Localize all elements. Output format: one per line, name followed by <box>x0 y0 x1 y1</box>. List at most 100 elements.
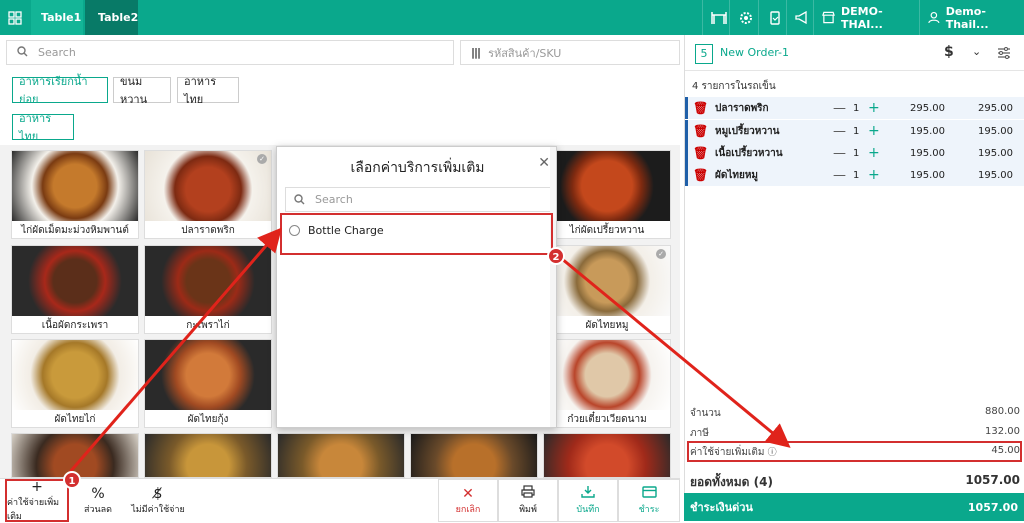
category-thai-2[interactable]: อาหารไทย <box>12 112 74 143</box>
button-label: ยกเลิก <box>455 504 481 515</box>
trash-icon[interactable]: 🗑 <box>693 101 708 115</box>
plus-icon[interactable]: + <box>868 145 880 161</box>
tab-table2[interactable]: Table2 <box>85 0 138 35</box>
product-search-input[interactable]: Search <box>6 40 454 65</box>
product-card[interactable]: ก๋วยเตี๋ยวเวียดนาม <box>543 339 671 428</box>
minus-icon[interactable]: — <box>833 101 846 116</box>
sku-input[interactable]: ||| รหัสสินค้า/SKU <box>460 40 680 65</box>
product-card[interactable] <box>543 433 671 478</box>
order-number[interactable]: 5 <box>695 44 713 64</box>
trash-icon[interactable]: 🗑 <box>693 124 708 138</box>
step-badge-2: 2 <box>547 247 565 265</box>
search-placeholder: Search <box>315 193 353 206</box>
order-item-row[interactable]: 🗑 ผัดไทยหมู — 1 + 195.00 195.00 <box>685 164 1024 186</box>
item-total: 195.00 <box>978 125 1013 137</box>
modal-title: เลือกค่าบริการเพิ่มเติม <box>350 160 485 176</box>
grand-total-row: ยอดทั้งหมด (4) 1057.00 <box>690 473 1020 492</box>
check-icon: ✓ <box>656 249 666 259</box>
download-icon <box>581 485 595 502</box>
product-name: ปลาราดพริก <box>181 225 235 236</box>
category-dessert[interactable]: ขนมหวาน <box>113 75 171 106</box>
pay-button[interactable]: ชำระ <box>618 479 680 522</box>
product-card[interactable]: ไก่ผัดเปรี้ยวหวาน <box>543 150 671 239</box>
category-appetizer[interactable]: อาหารเรียกน้ำย่อย <box>12 75 108 106</box>
product-card[interactable] <box>277 433 405 478</box>
store-selector[interactable]: DEMO-THAI... <box>813 0 917 35</box>
order-item-row[interactable]: 🗑 เนื้อเปรี้ยวหวาน — 1 + 195.00 195.00 <box>685 142 1024 164</box>
plus-icon[interactable]: + <box>868 100 880 116</box>
product-image <box>544 340 670 410</box>
search-icon <box>294 194 305 205</box>
tax-row: ภาษี 132.00 <box>690 426 1020 441</box>
button-label: ค่าใช้จ่ายเพิ่มเติม <box>7 497 60 522</box>
product-name: ผัดไทยไก่ <box>54 414 96 425</box>
category-label: ขนมหวาน <box>120 75 148 106</box>
gear-icon[interactable] <box>729 0 761 35</box>
tab-label: Table1 <box>41 11 82 24</box>
minus-icon[interactable]: — <box>833 168 846 183</box>
filter-icon[interactable] <box>997 47 1011 62</box>
product-image <box>12 340 138 410</box>
grand-total-value: 1057.00 <box>965 473 1020 487</box>
category-thai[interactable]: อาหารไทย <box>177 75 239 106</box>
product-card[interactable]: ผัดไทยไก่ <box>11 339 139 428</box>
cancel-button[interactable]: ✕ ยกเลิก <box>438 479 498 522</box>
product-image: ✓ <box>145 151 271 221</box>
product-card[interactable] <box>144 433 272 478</box>
item-name: หมูเปรี้ยวหวาน <box>715 125 780 137</box>
extra-charge-modal: เลือกค่าบริการเพิ่มเติม ✕ Search Bottle … <box>276 146 557 428</box>
product-image <box>12 151 138 221</box>
currency-button[interactable]: $ <box>944 44 954 60</box>
product-card[interactable] <box>410 433 538 478</box>
product-card[interactable]: ไก่ผัดเม็ดมะม่วงหิมพานต์ <box>11 150 139 239</box>
percent-icon: % <box>91 485 105 502</box>
tax-value: 132.00 <box>985 426 1020 437</box>
minus-icon[interactable]: — <box>833 124 846 139</box>
item-name: ปลาราดพริก <box>715 102 769 114</box>
chevron-down-icon[interactable]: ⌄ <box>972 45 981 58</box>
order-item-row[interactable]: 🗑 หมูเปรี้ยวหวาน — 1 + 195.00 195.00 <box>685 120 1024 142</box>
product-card[interactable]: เนื้อผัดกระเพรา <box>11 245 139 334</box>
grand-total-label: ยอดทั้งหมด <box>690 475 750 489</box>
user-menu[interactable]: Demo- Thail... <box>919 0 1024 35</box>
top-bar: Table1 Table2 DEMO-THAI... Demo- Thail..… <box>0 0 1024 35</box>
save-button[interactable]: บันทึก <box>558 479 618 522</box>
product-card[interactable]: ผัดไทยกุ้ง <box>144 339 272 428</box>
extra-charge-highlight <box>687 441 1022 462</box>
user-name: Demo- Thail... <box>945 4 989 31</box>
option-highlight <box>280 213 553 255</box>
item-total: 195.00 <box>978 147 1013 159</box>
button-label: ชำระ <box>638 504 660 515</box>
user-icon <box>928 11 940 24</box>
check-icon: ✓ <box>257 154 267 164</box>
trash-icon[interactable]: 🗑 <box>693 168 708 182</box>
action-bar: + ค่าใช้จ่ายเพิ่มเติม % ส่วนลด $̸ ไม่มีค… <box>0 478 680 522</box>
item-price: 195.00 <box>910 147 945 159</box>
plus-icon[interactable]: + <box>868 167 880 183</box>
subtotal-row: จำนวน 880.00 <box>690 406 1020 421</box>
item-qty: 1 <box>853 102 860 114</box>
cart-count: 4 รายการในรถเข็น <box>692 81 776 92</box>
apps-grid-icon[interactable] <box>0 0 30 35</box>
quick-pay-button[interactable]: ชำระเงินด่วน 1057.00 <box>684 493 1024 521</box>
subtotal-value: 880.00 <box>985 406 1020 417</box>
product-card[interactable]: กะเพราไก่ <box>144 245 272 334</box>
modal-search-input[interactable]: Search <box>285 187 551 212</box>
trash-icon[interactable]: 🗑 <box>693 146 708 160</box>
order-name[interactable]: New Order-1 <box>720 46 789 59</box>
item-total: 195.00 <box>978 169 1013 181</box>
minus-icon[interactable]: — <box>833 146 846 161</box>
no-charge-button[interactable]: $̸ ไม่มีค่าใช้จ่าย <box>127 479 189 522</box>
product-card[interactable]: ✓ ปลาราดพริก <box>144 150 272 239</box>
tab-table1[interactable]: Table1 <box>31 0 83 35</box>
close-icon[interactable]: ✕ <box>538 155 550 171</box>
extra-charge-button[interactable]: + ค่าใช้จ่ายเพิ่มเติม <box>5 479 69 522</box>
printer-icon <box>521 485 535 502</box>
card-icon <box>641 485 657 502</box>
print-button[interactable]: พิมพ์ <box>498 479 558 522</box>
plus-icon[interactable]: + <box>868 123 880 139</box>
order-item-row[interactable]: 🗑 ปลาราดพริก — 1 + 295.00 295.00 <box>685 97 1024 119</box>
barcode-icon: ||| <box>471 46 481 59</box>
tab-label: Table2 <box>98 11 139 24</box>
modal-scrollbar[interactable] <box>550 147 556 427</box>
